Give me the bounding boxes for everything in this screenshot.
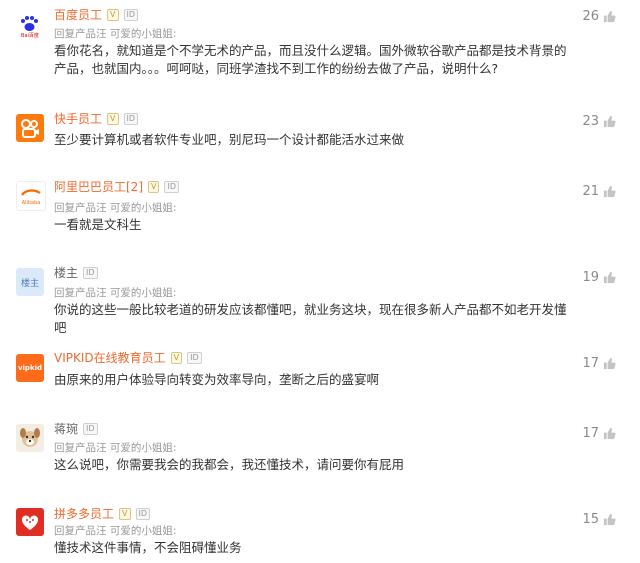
thumbs-up-icon (603, 115, 616, 128)
id-badge: ID (187, 352, 202, 364)
user-name[interactable]: 快手员工 (54, 112, 102, 126)
comment-text: 由原来的用户体验导向转变为效率导向，垄断之后的盛宴啊 (54, 372, 380, 387)
baidu-logo-icon[interactable]: Bai百度 (16, 12, 44, 40)
verified-badge: V (107, 113, 119, 125)
avatar-logo-text: Alibaba (22, 200, 41, 206)
alibaba-logo-icon[interactable]: Alibaba (16, 181, 46, 211)
user-name[interactable]: 蒋琬 (54, 422, 78, 436)
comment-text: 你说的这些一般比较老道的研发应该都懂吧，就业务这块，现在很多新人产品都不如老开发… (54, 302, 567, 335)
vipkid-logo-icon[interactable]: vipkid (16, 354, 44, 382)
reply-to-label: 回复产品汪 可爱的小姐姐: (54, 202, 177, 214)
user-name[interactable]: 楼主 (54, 266, 78, 280)
like-count: 26 (582, 9, 599, 24)
thumbs-up-icon (603, 271, 616, 284)
comment-text: 懂技术这件事情，不会阻碍懂业务 (54, 540, 242, 555)
id-badge: ID (164, 181, 180, 193)
verified-badge: V (148, 181, 160, 193)
like-button[interactable]: 15 (582, 512, 616, 527)
comment-text: 至少要计算机或者软件专业吧，别尼玛一个设计都能活水过来做 (54, 132, 405, 147)
reply-to-label: 回复产品汪 可爱的小姐姐: (54, 525, 177, 537)
dog-avatar-icon[interactable] (16, 424, 44, 452)
thumbs-up-icon (603, 10, 616, 23)
reply-to-label: 回复产品汪 可爱的小姐姐: (54, 287, 177, 299)
louzhu-avatar-icon[interactable]: 楼主 (16, 268, 44, 296)
id-badge: ID (123, 113, 139, 125)
verified-badge: V (170, 352, 183, 364)
thumbs-up-icon (603, 357, 616, 370)
like-count: 23 (582, 114, 599, 129)
like-button[interactable]: 21 (582, 184, 616, 199)
thumbs-up-icon (603, 427, 616, 440)
like-button[interactable]: 17 (582, 426, 616, 441)
thumbs-up-icon (603, 185, 616, 198)
id-badge: ID (83, 267, 98, 279)
user-name[interactable]: 拼多多员工 (54, 507, 114, 521)
like-button[interactable]: 23 (582, 114, 616, 129)
like-button[interactable]: 17 (582, 356, 616, 371)
like-count: 17 (582, 356, 599, 371)
id-badge: ID (83, 423, 98, 435)
avatar-label: 楼主 (20, 278, 39, 289)
comment-text: 一看就是文科生 (54, 217, 142, 232)
like-count: 21 (582, 184, 599, 199)
reply-to-label: 回复产品汪 可爱的小姐姐: (54, 442, 177, 454)
thumbs-up-icon (603, 513, 616, 526)
user-name[interactable]: 阿里巴巴员工[2] (54, 180, 143, 194)
like-count: 19 (582, 270, 599, 285)
verified-badge: V (119, 508, 131, 520)
user-name[interactable]: VIPKID在线教育员工 (54, 351, 166, 365)
user-name[interactable]: 百度员工 (54, 8, 102, 22)
verified-badge: V (107, 9, 119, 21)
comment-text: 看你花名，就知道是个不学无术的产品，而且没什么逻辑。国外微软谷歌产品都是技术背景… (54, 43, 567, 76)
pinduoduo-logo-icon[interactable] (16, 508, 44, 536)
avatar-logo-text: Bai百度 (21, 32, 39, 39)
like-count: 17 (582, 426, 599, 441)
avatar-logo-text: vipkid (17, 364, 43, 372)
like-button[interactable]: 19 (582, 270, 616, 285)
reply-to-label: 回复产品汪 可爱的小姐姐: (54, 28, 177, 40)
like-count: 15 (582, 512, 599, 527)
id-badge: ID (123, 9, 139, 21)
like-button[interactable]: 26 (582, 9, 616, 24)
comment-text: 这么说吧，你需要我会的我都会，我还懂技术，请问要你有屁用 (54, 457, 405, 472)
id-badge: ID (135, 508, 151, 520)
kuaishou-logo-icon[interactable] (16, 114, 44, 142)
